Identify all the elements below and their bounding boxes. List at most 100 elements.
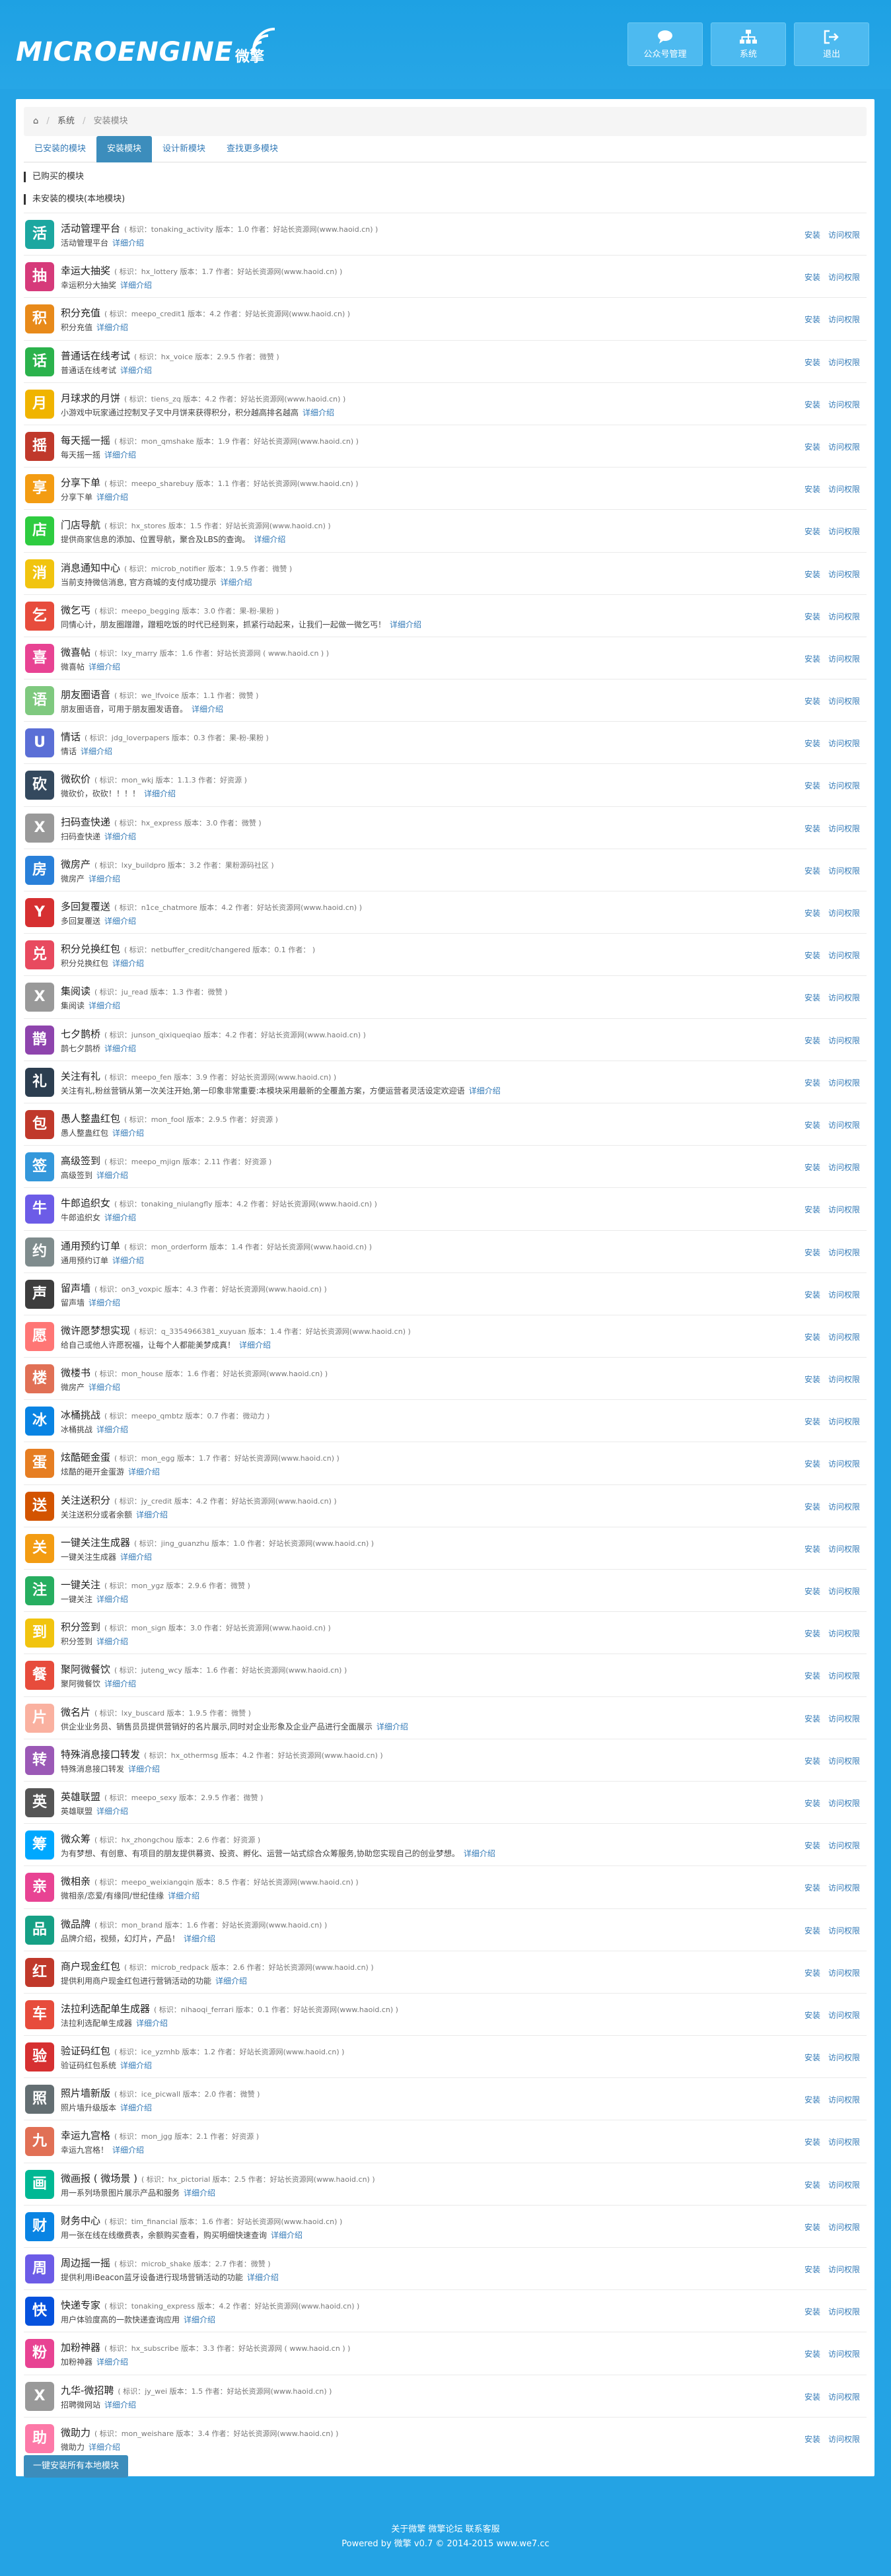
install-link[interactable]: 安装 [804,993,820,1002]
tab-install-module[interactable]: 安装模块 [96,136,153,162]
module-detail-link[interactable]: 详细介绍 [104,2400,136,2410]
module-detail-link[interactable]: 详细介绍 [112,1256,144,1265]
visit-permission-link[interactable]: 访问权限 [828,1926,860,1935]
visit-permission-link[interactable]: 访问权限 [828,400,860,409]
install-link[interactable]: 安装 [804,1290,820,1300]
visit-permission-link[interactable]: 访问权限 [828,1799,860,1808]
install-link[interactable]: 安装 [804,485,820,494]
visit-permission-link[interactable]: 访问权限 [828,1502,860,1512]
install-link[interactable]: 安装 [804,1926,820,1935]
install-link[interactable]: 安装 [804,909,820,918]
visit-permission-link[interactable]: 访问权限 [828,358,860,367]
visit-permission-link[interactable]: 访问权限 [828,1629,860,1638]
module-detail-link[interactable]: 详细介绍 [192,705,223,714]
visit-permission-link[interactable]: 访问权限 [828,1883,860,1893]
module-detail-link[interactable]: 详细介绍 [120,366,152,375]
visit-permission-link[interactable]: 访问权限 [828,1417,860,1426]
module-detail-link[interactable]: 详细介绍 [96,1425,128,1434]
visit-permission-link[interactable]: 访问权限 [828,1248,860,1257]
module-detail-link[interactable]: 详细介绍 [184,2188,215,2198]
visit-permission-link[interactable]: 访问权限 [828,2392,860,2402]
install-link[interactable]: 安装 [804,570,820,579]
visit-permission-link[interactable]: 访问权限 [828,1205,860,1214]
system-button[interactable]: 系统 [711,22,786,66]
visit-permission-link[interactable]: 访问权限 [828,1290,860,1300]
visit-permission-link[interactable]: 访问权限 [828,1333,860,1342]
visit-permission-link[interactable]: 访问权限 [828,2011,860,2020]
module-detail-link[interactable]: 详细介绍 [239,1340,271,1350]
module-detail-link[interactable]: 详细介绍 [120,1552,152,1562]
module-detail-link[interactable]: 详细介绍 [96,1807,128,1816]
module-detail-link[interactable]: 详细介绍 [112,238,144,248]
install-link[interactable]: 安装 [804,1417,820,1426]
visit-permission-link[interactable]: 访问权限 [828,1714,860,1723]
install-link[interactable]: 安装 [804,1883,820,1893]
module-detail-link[interactable]: 详细介绍 [96,2357,128,2367]
module-detail-link[interactable]: 详细介绍 [96,493,128,502]
module-detail-link[interactable]: 详细介绍 [104,832,136,841]
install-link[interactable]: 安装 [804,1629,820,1638]
install-link[interactable]: 安装 [804,2435,820,2444]
install-link[interactable]: 安装 [804,1205,820,1214]
breadcrumb-system[interactable]: 系统 [57,116,75,126]
module-detail-link[interactable]: 详细介绍 [469,1086,501,1096]
visit-permission-link[interactable]: 访问权限 [828,2350,860,2359]
install-link[interactable]: 安装 [804,824,820,833]
module-detail-link[interactable]: 详细介绍 [254,535,285,544]
module-detail-link[interactable]: 详细介绍 [390,620,421,629]
home-icon[interactable]: ⌂ [33,116,38,126]
install-link[interactable]: 安装 [804,1714,820,1723]
install-link[interactable]: 安装 [804,442,820,452]
install-link[interactable]: 安装 [804,612,820,621]
install-link[interactable]: 安装 [804,951,820,960]
module-detail-link[interactable]: 详细介绍 [128,1764,160,1774]
install-link[interactable]: 安装 [804,1375,820,1384]
install-link[interactable]: 安装 [804,1163,820,1172]
visit-permission-link[interactable]: 访问权限 [828,612,860,621]
visit-permission-link[interactable]: 访问权限 [828,1671,860,1681]
module-detail-link[interactable]: 详细介绍 [303,408,334,417]
module-detail-link[interactable]: 详细介绍 [247,2273,279,2282]
visit-permission-link[interactable]: 访问权限 [828,654,860,664]
module-detail-link[interactable]: 详细介绍 [96,1171,128,1180]
visit-permission-link[interactable]: 访问权限 [828,1078,860,1088]
module-detail-link[interactable]: 详细介绍 [89,1298,120,1307]
install-link[interactable]: 安装 [804,2265,820,2274]
module-detail-link[interactable]: 详细介绍 [96,1637,128,1646]
visit-permission-link[interactable]: 访问权限 [828,951,860,960]
account-manage-button[interactable]: 公众号管理 [627,22,703,66]
install-link[interactable]: 安装 [804,527,820,536]
install-link[interactable]: 安装 [804,358,820,367]
module-detail-link[interactable]: 详细介绍 [96,323,128,332]
install-link[interactable]: 安装 [804,1545,820,1554]
install-link[interactable]: 安装 [804,2011,820,2020]
visit-permission-link[interactable]: 访问权限 [828,442,860,452]
module-detail-link[interactable]: 详细介绍 [120,281,152,290]
visit-permission-link[interactable]: 访问权限 [828,527,860,536]
module-detail-link[interactable]: 详细介绍 [112,2145,144,2155]
visit-permission-link[interactable]: 访问权限 [828,1459,860,1469]
module-detail-link[interactable]: 详细介绍 [89,1383,120,1392]
install-link[interactable]: 安装 [804,781,820,790]
visit-permission-link[interactable]: 访问权限 [828,1841,860,1850]
module-detail-link[interactable]: 详细介绍 [81,747,112,756]
module-detail-link[interactable]: 详细介绍 [271,2231,303,2240]
visit-permission-link[interactable]: 访问权限 [828,1587,860,1596]
footer-links[interactable]: 关于微擎 微擎论坛 联系客服 [0,2523,891,2537]
install-link[interactable]: 安装 [804,400,820,409]
module-detail-link[interactable]: 详细介绍 [89,662,120,672]
module-detail-link[interactable]: 详细介绍 [104,1044,136,1053]
install-all-button[interactable]: 一键安装所有本地模块 [24,2455,129,2478]
install-link[interactable]: 安装 [804,1587,820,1596]
install-link[interactable]: 安装 [804,2053,820,2062]
install-link[interactable]: 安装 [804,1671,820,1681]
module-detail-link[interactable]: 详细介绍 [112,959,144,968]
install-link[interactable]: 安装 [804,2307,820,2316]
install-link[interactable]: 安装 [804,2392,820,2402]
install-link[interactable]: 安装 [804,1459,820,1469]
tab-installed-modules[interactable]: 已安装的模块 [24,136,96,162]
visit-permission-link[interactable]: 访问权限 [828,315,860,324]
visit-permission-link[interactable]: 访问权限 [828,2095,860,2105]
install-link[interactable]: 安装 [804,2138,820,2147]
module-detail-link[interactable]: 详细介绍 [136,2019,168,2028]
